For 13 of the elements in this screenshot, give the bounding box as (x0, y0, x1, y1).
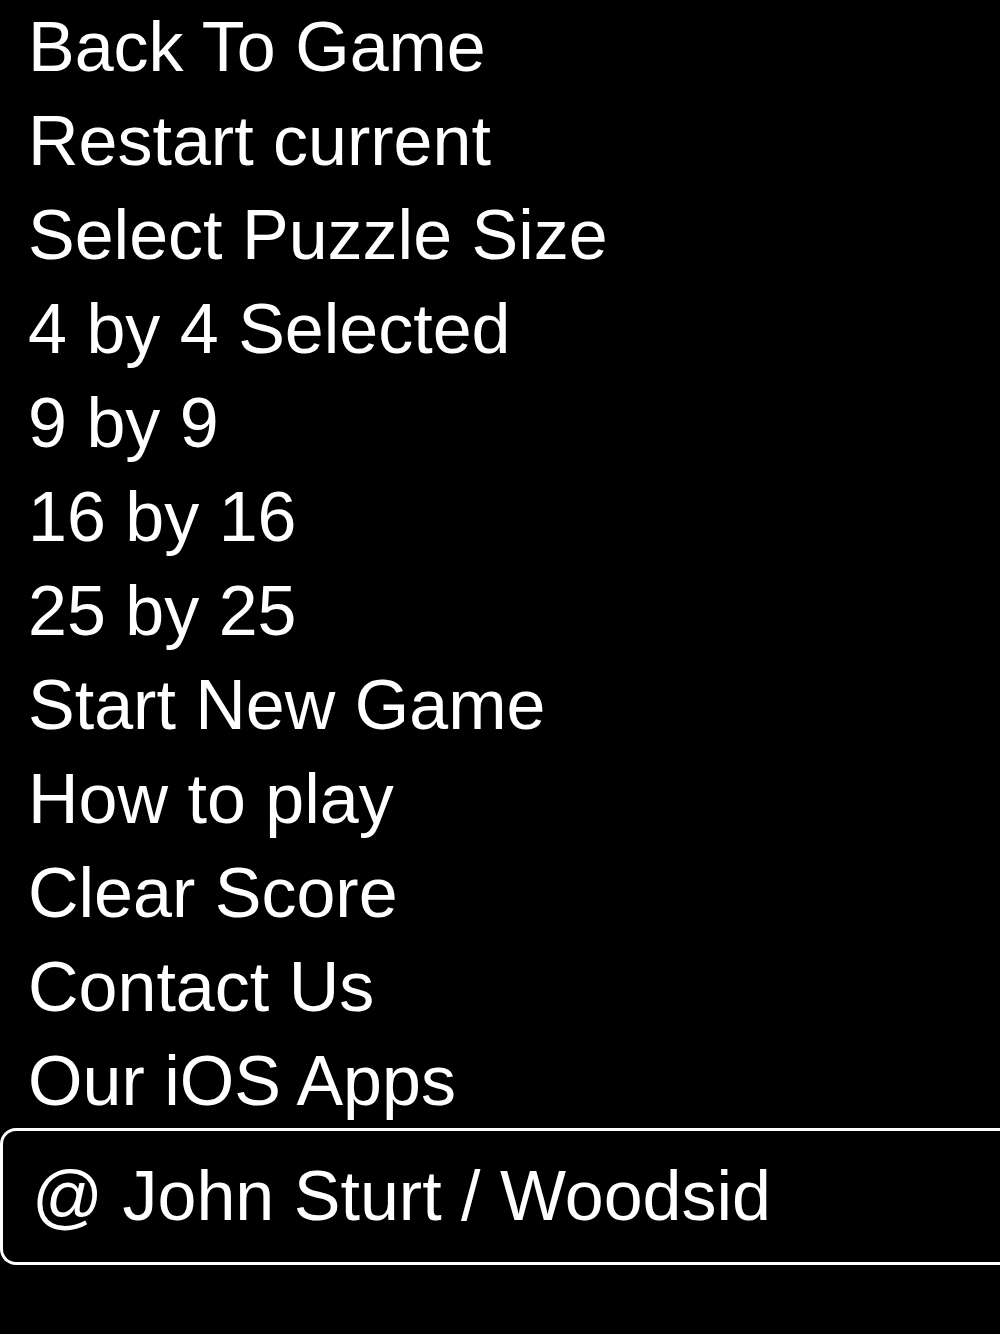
menu-item[interactable]: How to play (0, 752, 394, 846)
menu-item[interactable]: 4 by 4 Selected (0, 282, 511, 376)
menu-item[interactable]: Contact Us (0, 940, 375, 1034)
credit-text: @ John Sturt / Woodsid (31, 1156, 771, 1237)
menu-item[interactable]: Restart current (0, 94, 491, 188)
menu-item[interactable]: 9 by 9 (0, 376, 219, 470)
menu-item[interactable]: 16 by 16 (0, 470, 297, 564)
menu-item[interactable]: Back To Game (0, 0, 486, 94)
menu-item[interactable]: 25 by 25 (0, 564, 297, 658)
menu-item[interactable]: Clear Score (0, 846, 398, 940)
menu-item[interactable]: Start New Game (0, 658, 546, 752)
menu-item[interactable]: Our iOS Apps (0, 1034, 456, 1128)
menu-item[interactable]: Select Puzzle Size (0, 188, 608, 282)
